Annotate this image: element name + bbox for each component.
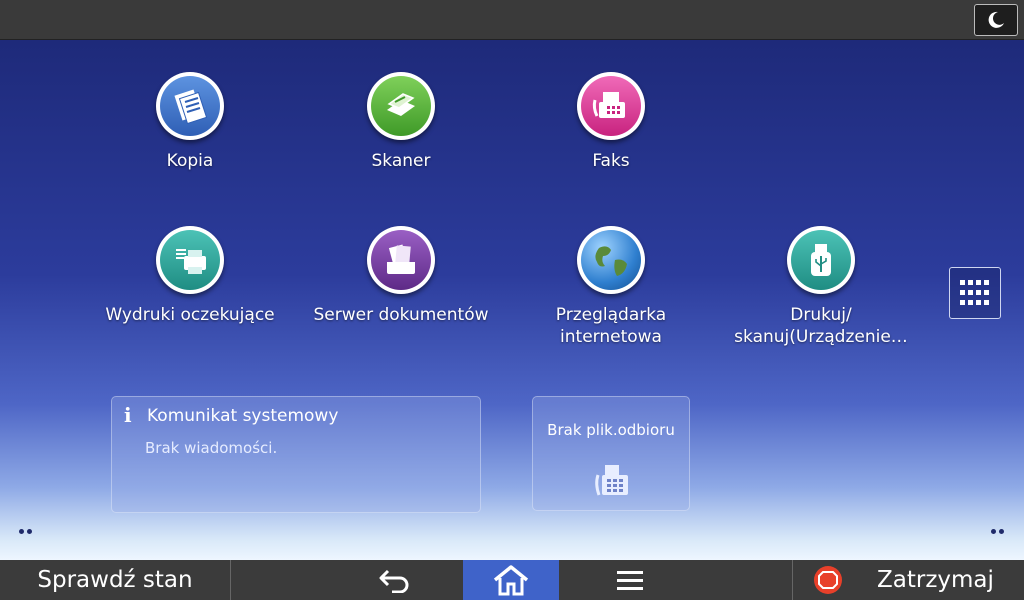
- app-list-button[interactable]: [949, 267, 1001, 319]
- page-indicator-right[interactable]: [991, 529, 1004, 534]
- back-arrow-icon: [379, 569, 409, 593]
- globe-icon: [595, 246, 627, 276]
- app-label: Serwer dokumentów: [313, 305, 489, 325]
- document-server-icon: [387, 244, 415, 274]
- fax-icon: [592, 92, 625, 118]
- app-web-browser[interactable]: Przeglądarka internetowa: [506, 226, 716, 348]
- app-document-server[interactable]: Serwer dokumentów: [296, 226, 506, 326]
- back-button[interactable]: [330, 560, 460, 600]
- fax-machine-icon: [595, 465, 628, 496]
- hamburger-menu-icon: [617, 571, 643, 590]
- stop-button[interactable]: Zatrzymaj: [792, 560, 1024, 600]
- fax-received-widget[interactable]: Brak plik.odbioru: [532, 396, 690, 511]
- stop-icon: [814, 566, 842, 594]
- system-message-body: Brak wiadomości.: [145, 439, 278, 457]
- usb-icon: [811, 244, 831, 276]
- top-bar: [0, 0, 1024, 40]
- home-screen: Kopia Skaner Faks Wydruki oczekujące Ser…: [0, 40, 1024, 560]
- home-button[interactable]: [463, 560, 559, 600]
- app-label: Faks: [592, 151, 630, 171]
- info-icon: i: [124, 403, 132, 427]
- copy-icon: [174, 89, 208, 125]
- page-indicator-left[interactable]: [19, 529, 32, 534]
- app-label: Skaner: [371, 151, 431, 171]
- app-held-prints[interactable]: Wydruki oczekujące: [85, 226, 295, 326]
- app-copy[interactable]: Kopia: [85, 72, 295, 172]
- app-fax[interactable]: Faks: [506, 72, 716, 172]
- check-status-button[interactable]: Sprawdź stan: [0, 560, 231, 600]
- app-print-scan-device[interactable]: Drukuj/ skanuj(Urządzenie…: [716, 226, 926, 348]
- app-scanner[interactable]: Skaner: [296, 72, 506, 172]
- app-label: Kopia: [166, 151, 214, 171]
- app-label: Wydruki oczekujące: [105, 305, 275, 325]
- stop-label: Zatrzymaj: [877, 567, 994, 593]
- app-label: Drukuj/ skanuj(Urządzenie…: [734, 305, 908, 347]
- bottom-bar: Sprawdź stan Zatrzymaj: [0, 560, 1024, 600]
- grid-icon: [960, 280, 989, 305]
- energy-saver-button[interactable]: [974, 4, 1018, 36]
- moon-icon: [988, 11, 1004, 28]
- fax-received-title: Brak plik.odbioru: [547, 421, 675, 439]
- app-label: Przeglądarka internetowa: [555, 305, 667, 347]
- menu-button[interactable]: [575, 560, 685, 600]
- system-message-widget[interactable]: i Komunikat systemowy Brak wiadomości.: [111, 396, 481, 513]
- system-message-title: Komunikat systemowy: [147, 406, 339, 426]
- printer-icon: [176, 249, 206, 274]
- home-icon: [493, 565, 529, 596]
- scanner-icon: [387, 93, 415, 116]
